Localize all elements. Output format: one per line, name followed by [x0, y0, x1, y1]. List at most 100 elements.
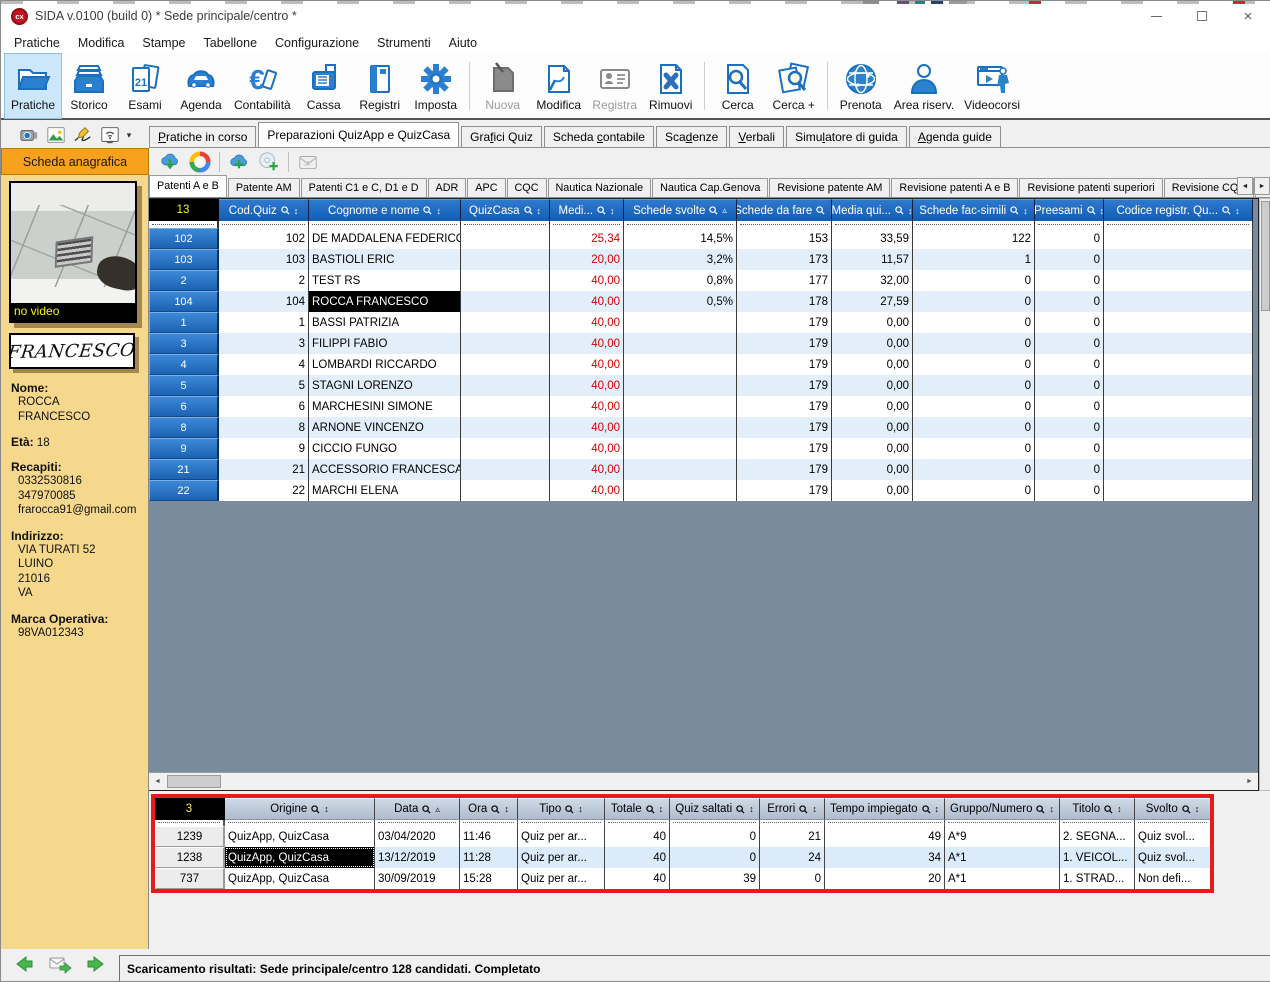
cell-tipo[interactable]: Quiz per ar...	[518, 826, 605, 847]
cell-preesami[interactable]: 0	[1035, 438, 1104, 459]
filter-cell[interactable]	[219, 221, 309, 228]
toolbar-agenda-button[interactable]: Agenda	[173, 54, 229, 118]
cell-origine[interactable]: QuizApp, QuizCasa	[225, 868, 375, 889]
dropdown-caret-icon[interactable]: ▾	[127, 130, 132, 141]
filter-cell[interactable]	[760, 820, 825, 826]
cell-codice[interactable]	[1104, 480, 1253, 501]
cell-cod[interactable]: 8	[219, 417, 309, 438]
cell-codice[interactable]	[1104, 396, 1253, 417]
cell-cod[interactable]: 2	[219, 270, 309, 291]
column-header-totale[interactable]: Totale↕	[605, 798, 670, 820]
filter-cell[interactable]	[550, 221, 624, 228]
tab-scheda-contabile[interactable]: Scheda contabile	[544, 126, 654, 147]
column-header-preesami[interactable]: Preesami↕	[1035, 199, 1104, 221]
scroll-right-icon[interactable]: ►	[1254, 177, 1270, 195]
cell-quizcasa[interactable]	[461, 270, 550, 291]
cell-saltati[interactable]: 0	[670, 826, 760, 847]
toolbar-area-riserv-button[interactable]: Area riserv.	[889, 54, 959, 118]
column-header-codice-registr-qu[interactable]: Codice registr. Qu...↕	[1104, 199, 1253, 221]
cell-codice[interactable]	[1104, 333, 1253, 354]
cell-errori[interactable]: 21	[760, 826, 825, 847]
picture-icon[interactable]	[46, 125, 66, 145]
cell-quizcasa[interactable]	[461, 396, 550, 417]
cloud-download-icon[interactable]	[159, 151, 181, 173]
filter-cell[interactable]	[605, 820, 670, 826]
cell-facsimili[interactable]: 0	[913, 438, 1035, 459]
cell-mediaqui[interactable]: 11,57	[832, 249, 913, 270]
cell-codice[interactable]	[1104, 438, 1253, 459]
cell-svolte[interactable]: 14,5%	[624, 228, 737, 249]
cell-preesami[interactable]: 0	[1035, 417, 1104, 438]
cell-gruppo[interactable]: A*1	[945, 868, 1060, 889]
cell-mediaqui[interactable]: 0,00	[832, 396, 913, 417]
cell-dafare[interactable]: 178	[737, 291, 832, 312]
tab-preparazioni-quizapp-e-quizcasa[interactable]: Preparazioni QuizApp e QuizCasa	[258, 122, 459, 148]
filter-cell[interactable]	[375, 820, 460, 826]
cell-totale[interactable]: 40	[605, 826, 670, 847]
cell-facsimili[interactable]: 0	[913, 417, 1035, 438]
cell-codice[interactable]	[1104, 459, 1253, 480]
cell-quizcasa[interactable]	[461, 375, 550, 396]
cell-dafare[interactable]: 173	[737, 249, 832, 270]
cell-name[interactable]: ARNONE VINCENZO	[309, 417, 461, 438]
cell-mediaqui[interactable]: 27,59	[832, 291, 913, 312]
cell-media[interactable]: 40,00	[550, 459, 624, 480]
column-header-origine[interactable]: Origine↕	[225, 798, 375, 820]
row-header-button[interactable]: 5	[149, 375, 219, 396]
cell-mediaqui[interactable]: 0,00	[832, 480, 913, 501]
row-header-button[interactable]: 102	[149, 228, 219, 249]
row-header-button[interactable]: 21	[149, 459, 219, 480]
column-header-cod-quiz[interactable]: Cod.Quiz↕	[219, 199, 309, 221]
column-header-tipo[interactable]: Tipo↕	[518, 798, 605, 820]
cell-mediaqui[interactable]: 0,00	[832, 354, 913, 375]
cell-facsimili[interactable]: 0	[913, 312, 1035, 333]
cell-data[interactable]: 03/04/2020	[375, 826, 460, 847]
cell-mediaqui[interactable]: 0,00	[832, 333, 913, 354]
toolbar-cerca-button[interactable]: Cerca +	[766, 54, 822, 118]
menu-item-aiuto[interactable]: Aiuto	[440, 34, 487, 52]
cell-mediaqui[interactable]: 32,00	[832, 270, 913, 291]
cell-quizcasa[interactable]	[461, 459, 550, 480]
cell-dafare[interactable]: 179	[737, 333, 832, 354]
webcam-icon[interactable]	[100, 125, 120, 145]
cell-preesami[interactable]: 0	[1035, 270, 1104, 291]
scrollbar-thumb[interactable]	[1261, 201, 1270, 311]
cell-cod[interactable]: 1	[219, 312, 309, 333]
filter-cell[interactable]	[832, 221, 913, 228]
minimize-icon[interactable]	[1133, 1, 1179, 31]
cell-dafare[interactable]: 153	[737, 228, 832, 249]
filter-cell[interactable]	[461, 221, 550, 228]
toolbar-modifica-button[interactable]: Modifica	[531, 54, 587, 118]
cell-preesami[interactable]: 0	[1035, 249, 1104, 270]
cell-saltati[interactable]: 0	[670, 847, 760, 868]
cell-facsimili[interactable]: 0	[913, 333, 1035, 354]
column-header-gruppo-numero[interactable]: Gruppo/Numero↕	[945, 798, 1060, 820]
filter-cell[interactable]	[155, 820, 225, 826]
subtab-nautica-cap-genova[interactable]: Nautica Cap.Genova	[652, 178, 768, 197]
cell-media[interactable]: 25,34	[550, 228, 624, 249]
column-header-errori[interactable]: Errori↕	[760, 798, 825, 820]
cell-codice[interactable]	[1104, 354, 1253, 375]
filter-cell[interactable]	[1135, 820, 1211, 826]
subtab-patenti-a-e-b[interactable]: Patenti A e B	[149, 175, 227, 197]
cell-svolto[interactable]: Quiz svol...	[1135, 826, 1211, 847]
cell-tipo[interactable]: Quiz per ar...	[518, 847, 605, 868]
filter-cell[interactable]	[225, 820, 375, 826]
cell-quizcasa[interactable]	[461, 354, 550, 375]
cell-name[interactable]: MARCHESINI SIMONE	[309, 396, 461, 417]
cell-dafare[interactable]: 179	[737, 396, 832, 417]
cell-svolte[interactable]	[624, 375, 737, 396]
menu-item-configurazione[interactable]: Configurazione	[266, 34, 368, 52]
cell-svolte[interactable]: 0,8%	[624, 270, 737, 291]
cell-svolte[interactable]	[624, 312, 737, 333]
row-header-button[interactable]: 104	[149, 291, 219, 312]
cell-preesami[interactable]: 0	[1035, 333, 1104, 354]
tab-grafici-quiz[interactable]: Grafici Quiz	[461, 126, 542, 147]
filter-cell[interactable]	[624, 221, 737, 228]
cell-svolte[interactable]	[624, 417, 737, 438]
cell-svolte[interactable]	[624, 438, 737, 459]
cell-name[interactable]: CICCIO FUNGO	[309, 438, 461, 459]
row-header-button[interactable]: 737	[155, 868, 225, 889]
cell-cod[interactable]: 103	[219, 249, 309, 270]
cell-media[interactable]: 40,00	[550, 354, 624, 375]
